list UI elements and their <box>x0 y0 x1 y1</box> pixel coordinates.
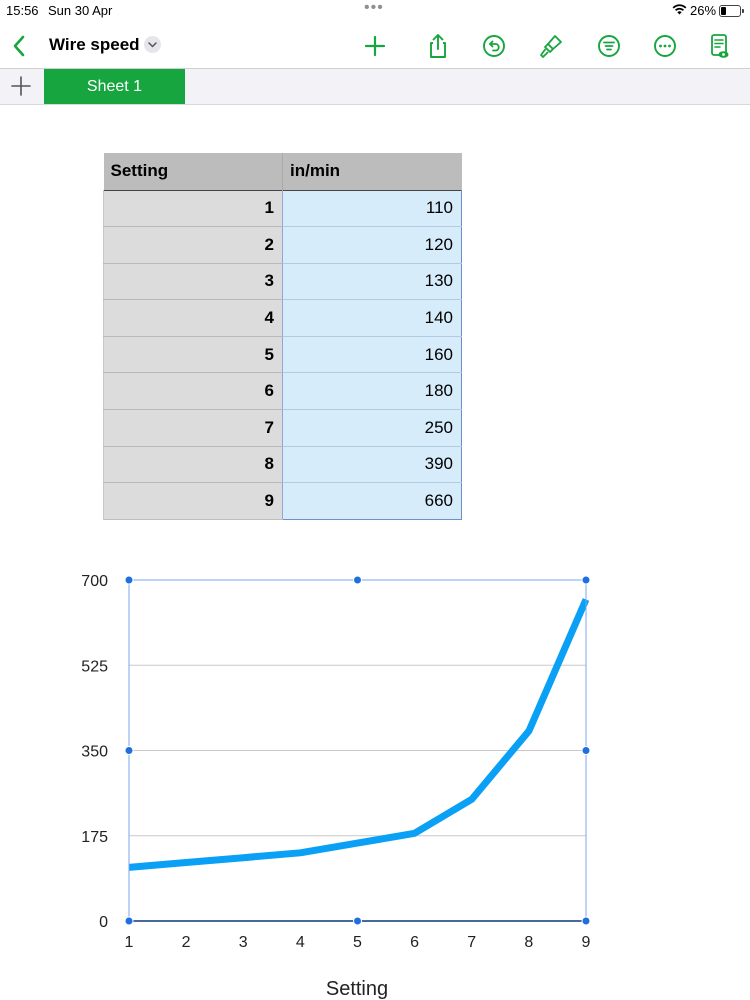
reader-view-icon[interactable] <box>704 31 734 61</box>
in-min-cell[interactable]: 110 <box>282 190 462 228</box>
in-min-cell[interactable]: 140 <box>282 299 462 337</box>
share-icon[interactable] <box>423 31 453 61</box>
selection-handle[interactable] <box>353 916 362 926</box>
setting-cell[interactable]: 9 <box>103 482 283 520</box>
selection-handle[interactable] <box>581 575 591 585</box>
format-brush-icon[interactable] <box>536 31 566 61</box>
x-tick-label: 1 <box>125 934 134 951</box>
back-chevron-icon[interactable] <box>8 32 30 60</box>
status-time: 15:56 <box>6 3 39 18</box>
setting-cell[interactable]: 2 <box>103 226 283 264</box>
add-sheet-icon[interactable] <box>10 75 32 97</box>
line-chart[interactable]: 0 175 350 525 700 1 2 3 4 5 6 7 8 9 Setting <box>0 540 750 1000</box>
table-row: 1 110 <box>103 190 462 228</box>
x-tick-label: 2 <box>182 934 191 951</box>
battery-icon <box>719 5 744 17</box>
column-header-in-min[interactable]: in/min <box>282 153 462 190</box>
status-bar: 15:56 Sun 30 Apr ••• 26% <box>0 0 750 22</box>
in-min-cell[interactable]: 180 <box>282 372 462 411</box>
more-icon[interactable] <box>650 31 680 61</box>
undo-icon[interactable] <box>479 31 509 61</box>
in-min-cell[interactable]: 120 <box>282 226 462 264</box>
tab-sheet-1[interactable]: Sheet 1 <box>44 69 185 104</box>
x-tick-label: 5 <box>353 934 362 951</box>
setting-cell[interactable]: 6 <box>103 372 283 411</box>
in-min-cell[interactable]: 250 <box>282 409 462 447</box>
in-min-cell[interactable]: 660 <box>282 482 462 520</box>
filter-icon[interactable] <box>594 31 624 61</box>
table-row: 9 660 <box>103 482 462 520</box>
x-tick-label: 8 <box>524 934 533 951</box>
y-tick-label: 0 <box>99 914 108 931</box>
wifi-icon <box>672 4 687 15</box>
y-tick-label: 175 <box>81 829 108 846</box>
table-row: 4 140 <box>103 299 462 337</box>
status-date: Sun 30 Apr <box>48 3 113 18</box>
y-tick-label: 525 <box>81 658 108 675</box>
selection-handle[interactable] <box>124 916 134 926</box>
in-min-cell[interactable]: 390 <box>282 446 462 484</box>
table-row: 2 120 <box>103 226 462 264</box>
in-min-cell[interactable]: 160 <box>282 336 462 374</box>
header-row: Setting in/min <box>103 153 462 190</box>
battery-percentage: 26% <box>690 3 717 18</box>
y-tick-label: 700 <box>81 573 108 590</box>
x-tick-label: 9 <box>582 934 591 951</box>
x-tick-label: 7 <box>467 934 476 951</box>
selection-handle[interactable] <box>353 575 362 585</box>
table-row: 5 160 <box>103 336 462 374</box>
setting-cell[interactable]: 7 <box>103 409 283 447</box>
x-axis-title: Setting <box>326 978 388 1000</box>
toolbar: Wire speed <box>0 24 750 68</box>
setting-cell[interactable]: 5 <box>103 336 283 374</box>
column-header-setting[interactable]: Setting <box>103 153 283 190</box>
title-menu-chevron-icon[interactable] <box>144 36 161 53</box>
x-tick-label: 6 <box>410 934 419 951</box>
x-tick-label: 3 <box>239 934 248 951</box>
setting-cell[interactable]: 1 <box>103 190 283 228</box>
in-min-cell[interactable]: 130 <box>282 263 462 301</box>
selection-handle[interactable] <box>581 916 591 926</box>
selection-handle[interactable] <box>581 746 591 755</box>
table-row: 8 390 <box>103 446 462 484</box>
add-icon[interactable] <box>360 31 390 61</box>
table-row: 3 130 <box>103 263 462 301</box>
setting-cell[interactable]: 4 <box>103 299 283 337</box>
document-title[interactable]: Wire speed <box>49 35 140 55</box>
setting-cell[interactable]: 3 <box>103 263 283 301</box>
table-row: 6 180 <box>103 372 462 411</box>
y-tick-label: 350 <box>81 744 108 761</box>
sheet-tab-bar: Sheet 1 <box>0 68 750 105</box>
series-line[interactable] <box>128 598 590 871</box>
data-table: Setting in/min 1 110 2 120 3 130 4 140 5 160 6 180 7… <box>103 153 462 520</box>
x-tick-label: 4 <box>296 934 305 951</box>
setting-cell[interactable]: 8 <box>103 446 283 484</box>
table-row: 7 250 <box>103 409 462 447</box>
multitasking-dots-icon[interactable]: ••• <box>364 0 384 17</box>
selection-handle[interactable] <box>124 746 134 755</box>
selection-handle[interactable] <box>124 575 134 585</box>
